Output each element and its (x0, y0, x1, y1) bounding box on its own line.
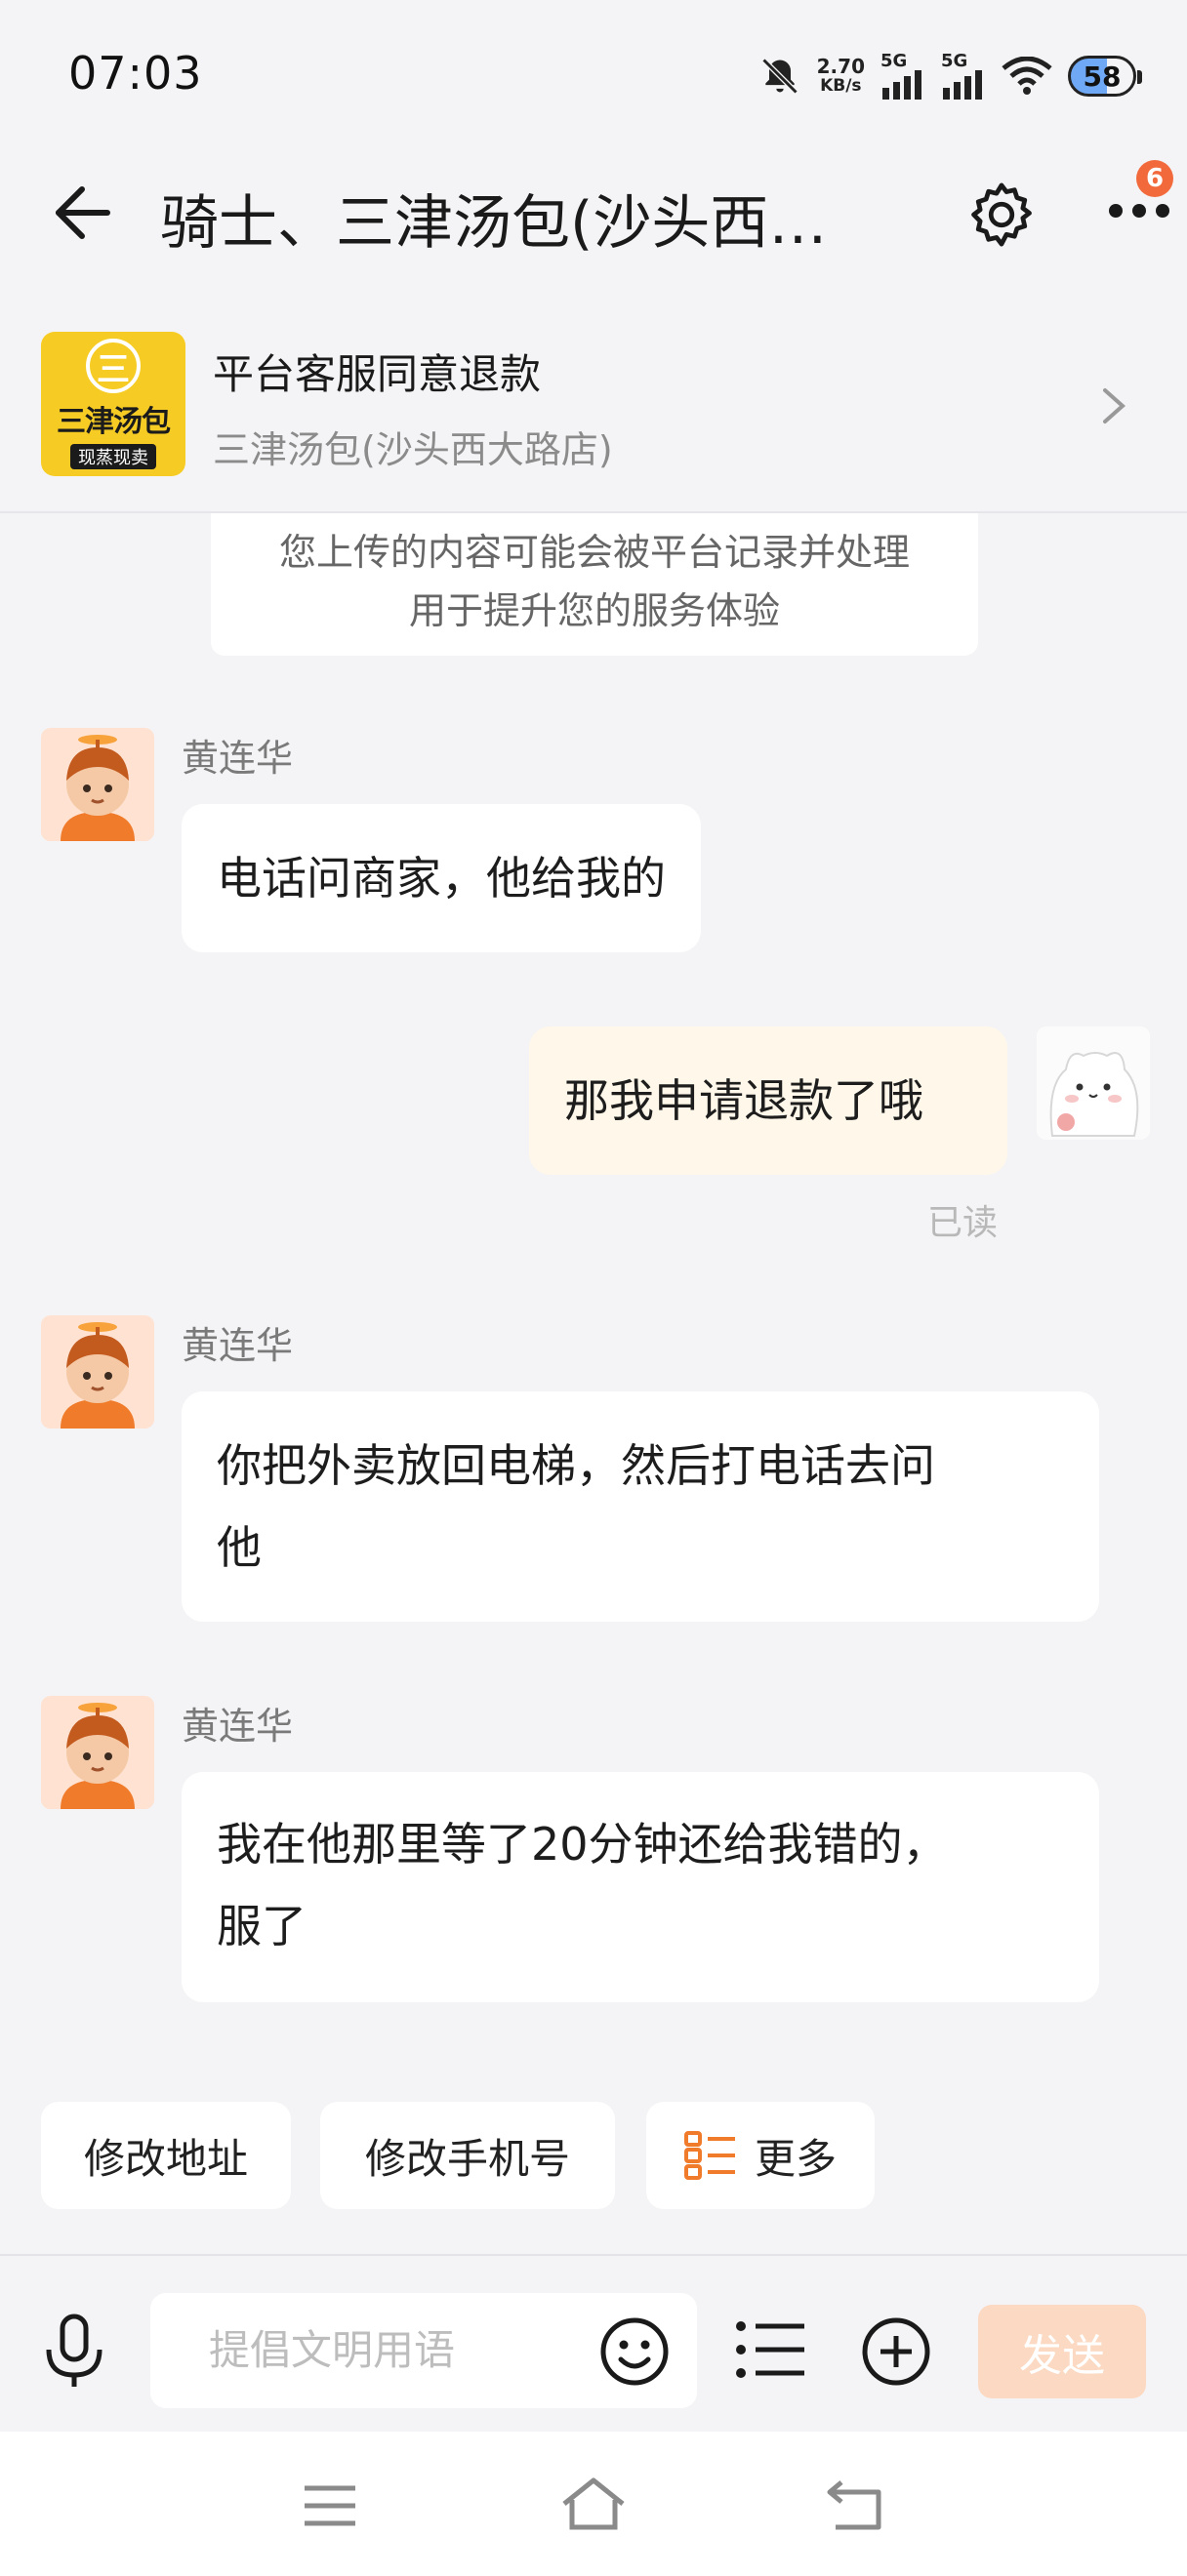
nav-home-icon[interactable] (560, 2476, 627, 2531)
chevron-right-icon[interactable] (1099, 384, 1128, 427)
message-bubble[interactable]: 电话问商家，他给我的 (182, 804, 701, 952)
change-address-label: 修改地址 (83, 2134, 248, 2183)
message-line-1: 我在他那里等了20分钟还给我错的， (217, 1818, 948, 1871)
system-notice: 您上传的内容可能会被平台记录并处理 用于提升您的服务体验 (211, 513, 978, 656)
net-speed-value: 2.70 (816, 55, 865, 78)
message-line-2: 服了 (217, 1900, 307, 1952)
more-dots-icon[interactable] (1107, 201, 1171, 221)
status-icons: 2.70 KB/s 5G 5G 58 (758, 51, 1142, 101)
store-name: 三津汤包(沙头西大路店) (213, 428, 613, 471)
list-icon (683, 2131, 735, 2180)
logo-mark: 三 (86, 339, 141, 393)
message-bubble[interactable]: 你把外卖放回电梯，然后打电话去问 他 (182, 1391, 1099, 1622)
more-actions-label: 更多 (754, 2134, 837, 2183)
signal-5g-1: 5G (880, 53, 925, 100)
logo-text: 三津汤包 (57, 405, 171, 439)
status-time: 07:03 (68, 47, 203, 100)
mute-bell-icon (761, 58, 798, 95)
net-speed: 2.70 KB/s (817, 57, 865, 96)
change-address-button[interactable]: 修改地址 (41, 2102, 291, 2209)
message-line-1: 你把外卖放回电梯，然后打电话去问 (217, 1439, 935, 1492)
store-logo: 三 三津汤包 现蒸现卖 (41, 332, 185, 476)
signal-label: 5G (880, 51, 908, 71)
order-status: 平台客服同意退款 (213, 350, 542, 398)
battery-indicator: 58 (1068, 56, 1142, 97)
nav-menu-icon[interactable] (303, 2484, 357, 2527)
rider-avatar[interactable] (41, 1696, 154, 1809)
nav-back-icon[interactable] (824, 2478, 884, 2531)
unread-badge: 6 (1136, 160, 1173, 197)
change-phone-label: 修改手机号 (364, 2134, 570, 2183)
net-speed-unit: KB/s (820, 76, 862, 96)
microphone-icon[interactable] (39, 2311, 109, 2393)
rider-avatar-image (41, 1696, 154, 1809)
change-phone-button[interactable]: 修改手机号 (320, 2102, 615, 2209)
logo-subtext: 现蒸现卖 (70, 444, 156, 469)
rider-avatar[interactable] (41, 1315, 154, 1429)
my-message-bubble[interactable]: 那我申请退款了哦 (529, 1026, 1007, 1175)
rider-avatar-image (41, 1315, 154, 1429)
rider-avatar-image (41, 728, 154, 841)
notice-line-2: 用于提升您的服务体验 (408, 589, 780, 632)
message-bubble[interactable]: 我在他那里等了20分钟还给我错的， 服了 (182, 1772, 1099, 2002)
my-avatar-image (1037, 1026, 1150, 1140)
send-button[interactable]: 发送 (978, 2305, 1146, 2398)
settings-gear-icon[interactable] (964, 178, 1039, 252)
sender-name: 黄连华 (182, 1324, 294, 1367)
chat-title: 骑士、三津汤包(沙头西… (160, 189, 828, 258)
my-avatar[interactable] (1037, 1026, 1150, 1140)
signal-bars-icon (943, 70, 982, 100)
sender-name: 黄连华 (182, 1705, 294, 1748)
signal-5g-2: 5G (941, 53, 986, 100)
menu-list-icon[interactable] (734, 2318, 808, 2381)
emoji-icon[interactable] (597, 2314, 672, 2389)
back-arrow-icon[interactable] (49, 183, 113, 242)
notice-line-1: 您上传的内容可能会被平台记录并处理 (278, 531, 910, 574)
message-line-2: 他 (217, 1521, 262, 1574)
rider-avatar[interactable] (41, 728, 154, 841)
wifi-icon (1002, 57, 1052, 95)
more-actions-button[interactable]: 更多 (646, 2102, 875, 2209)
sender-name: 黄连华 (182, 737, 294, 780)
read-receipt: 已读 (927, 1203, 999, 1243)
signal-label: 5G (941, 51, 968, 71)
add-plus-icon[interactable] (859, 2314, 933, 2389)
signal-bars-icon (882, 70, 921, 100)
